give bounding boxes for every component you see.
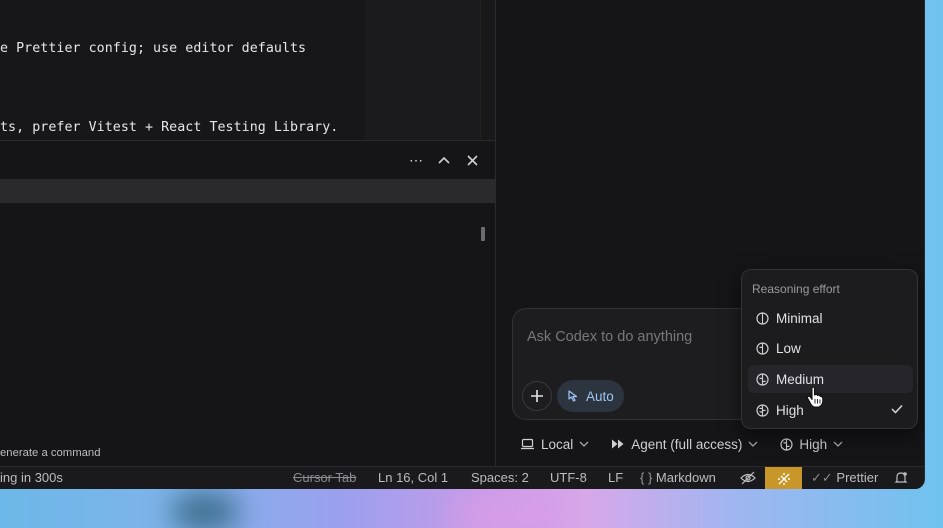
- prettier-status[interactable]: ✓✓ Prettier: [811, 470, 878, 486]
- more-icon[interactable]: ⋯: [409, 151, 423, 169]
- menu-heading: Reasoning effort: [752, 282, 840, 296]
- hidden-eye-icon[interactable]: [740, 471, 756, 488]
- prettier-label: Prettier: [836, 470, 879, 485]
- indentation-status[interactable]: Spaces: 2: [471, 470, 529, 485]
- add-attachment-button[interactable]: [522, 381, 552, 411]
- menu-item-label: Medium: [776, 371, 825, 387]
- brain-icon: [756, 372, 769, 386]
- minimap[interactable]: [365, 0, 480, 140]
- plus-icon: [531, 390, 543, 402]
- editor-scrollbar[interactable]: [480, 0, 495, 140]
- chevron-down-icon: [579, 439, 589, 450]
- laptop-icon: [521, 438, 534, 450]
- chevron-up-icon[interactable]: [437, 151, 451, 169]
- chevron-down-icon: [833, 439, 843, 450]
- encoding-status[interactable]: UTF-8: [550, 470, 587, 485]
- menu-item-medium[interactable]: Medium: [748, 365, 913, 393]
- code-editor[interactable]: e Prettier config; use editor defaults t…: [0, 0, 495, 140]
- brain-icon: [756, 403, 769, 417]
- reasoning-effort-label: High: [799, 436, 828, 452]
- chat-composer[interactable]: Ask Codex to do anything Auto: [512, 308, 772, 420]
- environment-label: Local: [541, 436, 574, 452]
- code-line: e Prettier config; use editor defaults: [0, 41, 307, 56]
- chevron-down-icon: [748, 439, 758, 450]
- hand-pointer-cursor-icon: [806, 386, 824, 413]
- braces-icon: { }: [640, 470, 653, 485]
- app-window: e Prettier config; use editor defaults t…: [0, 0, 925, 489]
- brain-icon: [756, 341, 769, 355]
- composer-toolbar: Local Agent (full access) High: [520, 434, 865, 454]
- fast-forward-icon: [612, 439, 624, 449]
- terminal-scrollbar[interactable]: [481, 227, 485, 241]
- brain-icon: [756, 311, 769, 325]
- menu-item-label: Low: [776, 340, 801, 356]
- close-icon[interactable]: [465, 151, 479, 169]
- checkmark-icon: [891, 402, 903, 417]
- status-bar: ing in 300s Cursor Tab Ln 16, Col 1 Spac…: [0, 466, 924, 489]
- cursor-position[interactable]: Ln 16, Col 1: [378, 470, 448, 485]
- pointer-icon: [568, 390, 578, 402]
- status-left-text: ing in 300s: [0, 470, 63, 485]
- auto-mode-label: Auto: [586, 388, 614, 404]
- brain-icon: [780, 437, 793, 451]
- menu-item-low[interactable]: Low: [748, 334, 913, 362]
- eol-status[interactable]: LF: [608, 470, 623, 485]
- menu-item-label: Minimal: [776, 310, 823, 326]
- command-hint: enerate a command: [0, 447, 101, 459]
- code-line: ts, prefer Vitest + React Testing Librar…: [0, 120, 339, 135]
- menu-item-label: High: [776, 402, 804, 418]
- debug-disabled-icon[interactable]: [765, 467, 802, 489]
- agent-mode-label: Agent (full access): [631, 436, 743, 452]
- menu-item-minimal[interactable]: Minimal: [748, 304, 913, 332]
- language-mode[interactable]: { } Markdown: [640, 470, 716, 485]
- notification-bell-icon[interactable]: [894, 471, 908, 488]
- environment-selector[interactable]: Local: [520, 437, 589, 452]
- reasoning-effort-selector[interactable]: High: [780, 437, 843, 452]
- auto-mode-button[interactable]: Auto: [557, 380, 624, 412]
- menu-item-high[interactable]: High: [748, 396, 913, 424]
- reasoning-effort-menu: Reasoning effort Minimal Low Medium High: [741, 269, 918, 429]
- double-check-icon: ✓✓: [811, 470, 833, 485]
- agent-mode-selector[interactable]: Agent (full access): [611, 437, 758, 452]
- terminal-panel: ⋯ enerate a command: [0, 140, 495, 466]
- composer-placeholder[interactable]: Ask Codex to do anything: [527, 329, 692, 345]
- cursor-tab-status[interactable]: Cursor Tab: [293, 470, 356, 485]
- terminal-input-bar[interactable]: [0, 179, 495, 203]
- panel-tools: ⋯: [409, 151, 479, 169]
- language-label: Markdown: [655, 470, 716, 485]
